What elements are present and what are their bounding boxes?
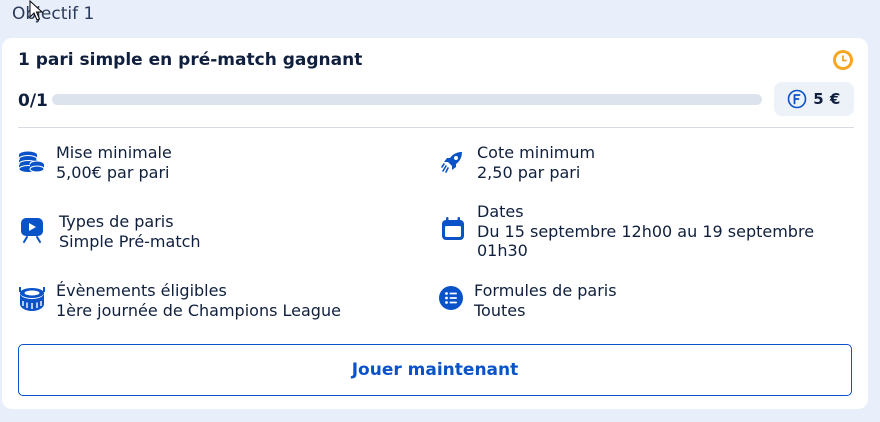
stadium-icon: [19, 287, 45, 311]
info-value: 1ère journée de Champions League: [56, 301, 341, 320]
info-label: Évènements éligibles: [56, 281, 227, 300]
freebet-coin-icon: [787, 89, 807, 109]
info-label: Types de paris: [59, 212, 174, 231]
list-icon: [439, 286, 463, 310]
info-value: Toutes: [474, 301, 526, 320]
info-value: 2,50 par pari: [477, 163, 581, 182]
calendar-icon: [442, 217, 464, 240]
info-label: Formules de paris: [474, 281, 617, 300]
progress-bar: [52, 94, 762, 105]
reward-amount: 5 €: [813, 90, 841, 108]
play-now-button[interactable]: Jouer maintenant: [18, 344, 852, 396]
tv-play-icon: [21, 218, 43, 243]
divider: [18, 127, 854, 128]
card-title: 1 pari simple en pré-match gagnant: [18, 50, 363, 70]
progress-count: 0/1: [18, 91, 48, 111]
coins-stack-icon: [18, 151, 45, 173]
objective-card: 1 pari simple en pré-match gagnant 0/1 5…: [2, 38, 868, 409]
info-value-line1: Du 15 septembre 12h00 au 19 septembre: [477, 222, 815, 241]
rocket-icon: [441, 152, 462, 173]
info-value: Simple Pré-match: [59, 232, 201, 251]
clock-icon: [833, 50, 853, 70]
objective-title: Objectif 1: [12, 4, 95, 24]
info-label: Cote minimum: [477, 143, 596, 162]
reward-badge: 5 €: [774, 82, 854, 116]
info-value-line2: 01h30: [477, 241, 528, 260]
info-value: 5,00€ par pari: [56, 163, 170, 182]
info-label: Dates: [477, 202, 524, 221]
info-label: Mise minimale: [56, 143, 172, 162]
mouse-cursor-icon: [29, 0, 44, 21]
